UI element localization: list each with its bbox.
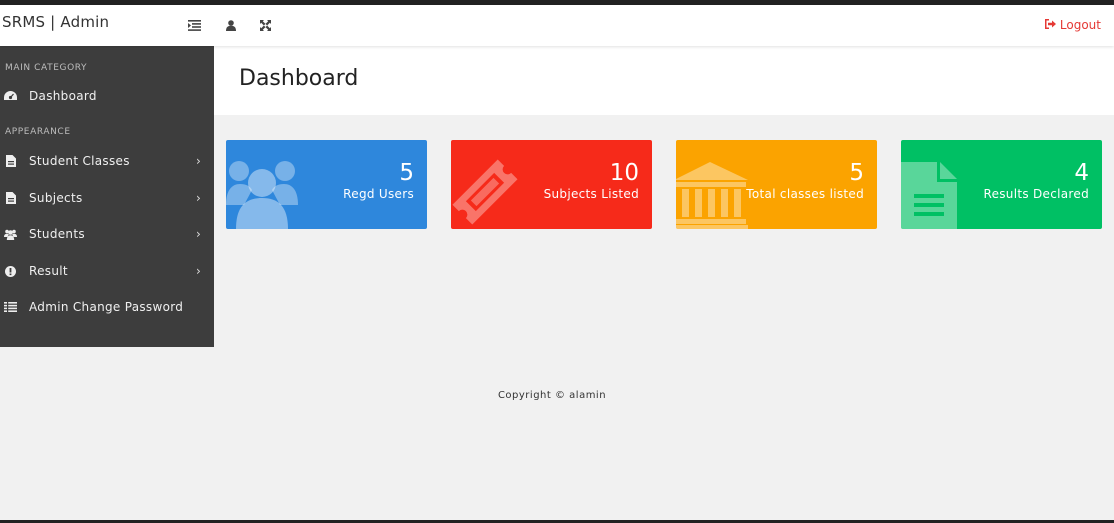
fullscreen-icon[interactable] [257, 17, 273, 33]
sidebar-item-student-classes[interactable]: Student Classes › [0, 146, 214, 176]
sidebar: MAIN CATEGORY Dashboard APPEARANCE Stude… [0, 46, 214, 347]
sidebar-item-label: Student Classes [29, 154, 130, 168]
ticket-icon [452, 159, 518, 225]
chevron-right-icon: › [196, 264, 201, 278]
stat-value: 5 [849, 160, 864, 186]
chevron-right-icon: › [196, 154, 201, 168]
document-icon [901, 162, 957, 229]
info-icon [4, 265, 17, 278]
sign-out-icon [1044, 18, 1056, 32]
stat-caption: Results Declared [983, 187, 1089, 201]
sidebar-item-dashboard[interactable]: Dashboard [0, 81, 214, 111]
stat-card-subjects[interactable]: 10 Subjects Listed [451, 140, 652, 229]
appearance-category-label: APPEARANCE [5, 127, 71, 137]
stat-card-results[interactable]: 4 Results Declared [901, 140, 1102, 229]
sidebar-item-label: Students [29, 227, 85, 241]
logout-label: Logout [1059, 18, 1101, 32]
users-icon [226, 161, 298, 229]
users-icon [4, 228, 17, 241]
list-icon [4, 301, 17, 314]
file-icon [4, 192, 17, 205]
footer-copyright: Copyright © alamin [497, 390, 607, 401]
stat-value: 10 [609, 160, 639, 186]
stat-card-classes[interactable]: 5 Total classes listed [676, 140, 877, 229]
sidebar-item-subjects[interactable]: Subjects › [0, 183, 214, 213]
main-category-label: MAIN CATEGORY [5, 63, 88, 73]
stat-caption: Total classes listed [746, 187, 864, 201]
sidebar-item-label: Subjects [29, 191, 83, 205]
chevron-right-icon: › [196, 227, 201, 241]
stat-card-users[interactable]: 5 Regd Users [226, 140, 427, 229]
file-icon [4, 155, 17, 168]
sidebar-item-label: Dashboard [29, 89, 97, 103]
stat-value: 5 [399, 160, 414, 186]
page-header: Dashboard [214, 46, 1114, 115]
sidebar-item-label: Admin Change Password [29, 300, 184, 314]
dashboard-icon [4, 90, 17, 103]
chevron-right-icon: › [196, 191, 201, 205]
page-title: Dashboard [239, 66, 359, 91]
bank-icon [676, 162, 748, 229]
stat-caption: Subjects Listed [543, 187, 639, 201]
sidebar-item-admin-change-password[interactable]: Admin Change Password [0, 292, 214, 322]
menu-toggle-icon[interactable] [186, 17, 202, 33]
sidebar-item-label: Result [29, 264, 68, 278]
stat-caption: Regd Users [343, 187, 414, 201]
top-navbar: SRMS | Admin Logout [0, 5, 1114, 46]
brand-title[interactable]: SRMS | Admin [2, 13, 109, 31]
stat-value: 4 [1074, 160, 1089, 186]
sidebar-item-students[interactable]: Students › [0, 219, 214, 249]
sidebar-item-result[interactable]: Result › [0, 256, 214, 286]
logout-link[interactable]: Logout [1044, 18, 1101, 32]
user-icon[interactable] [223, 17, 239, 33]
